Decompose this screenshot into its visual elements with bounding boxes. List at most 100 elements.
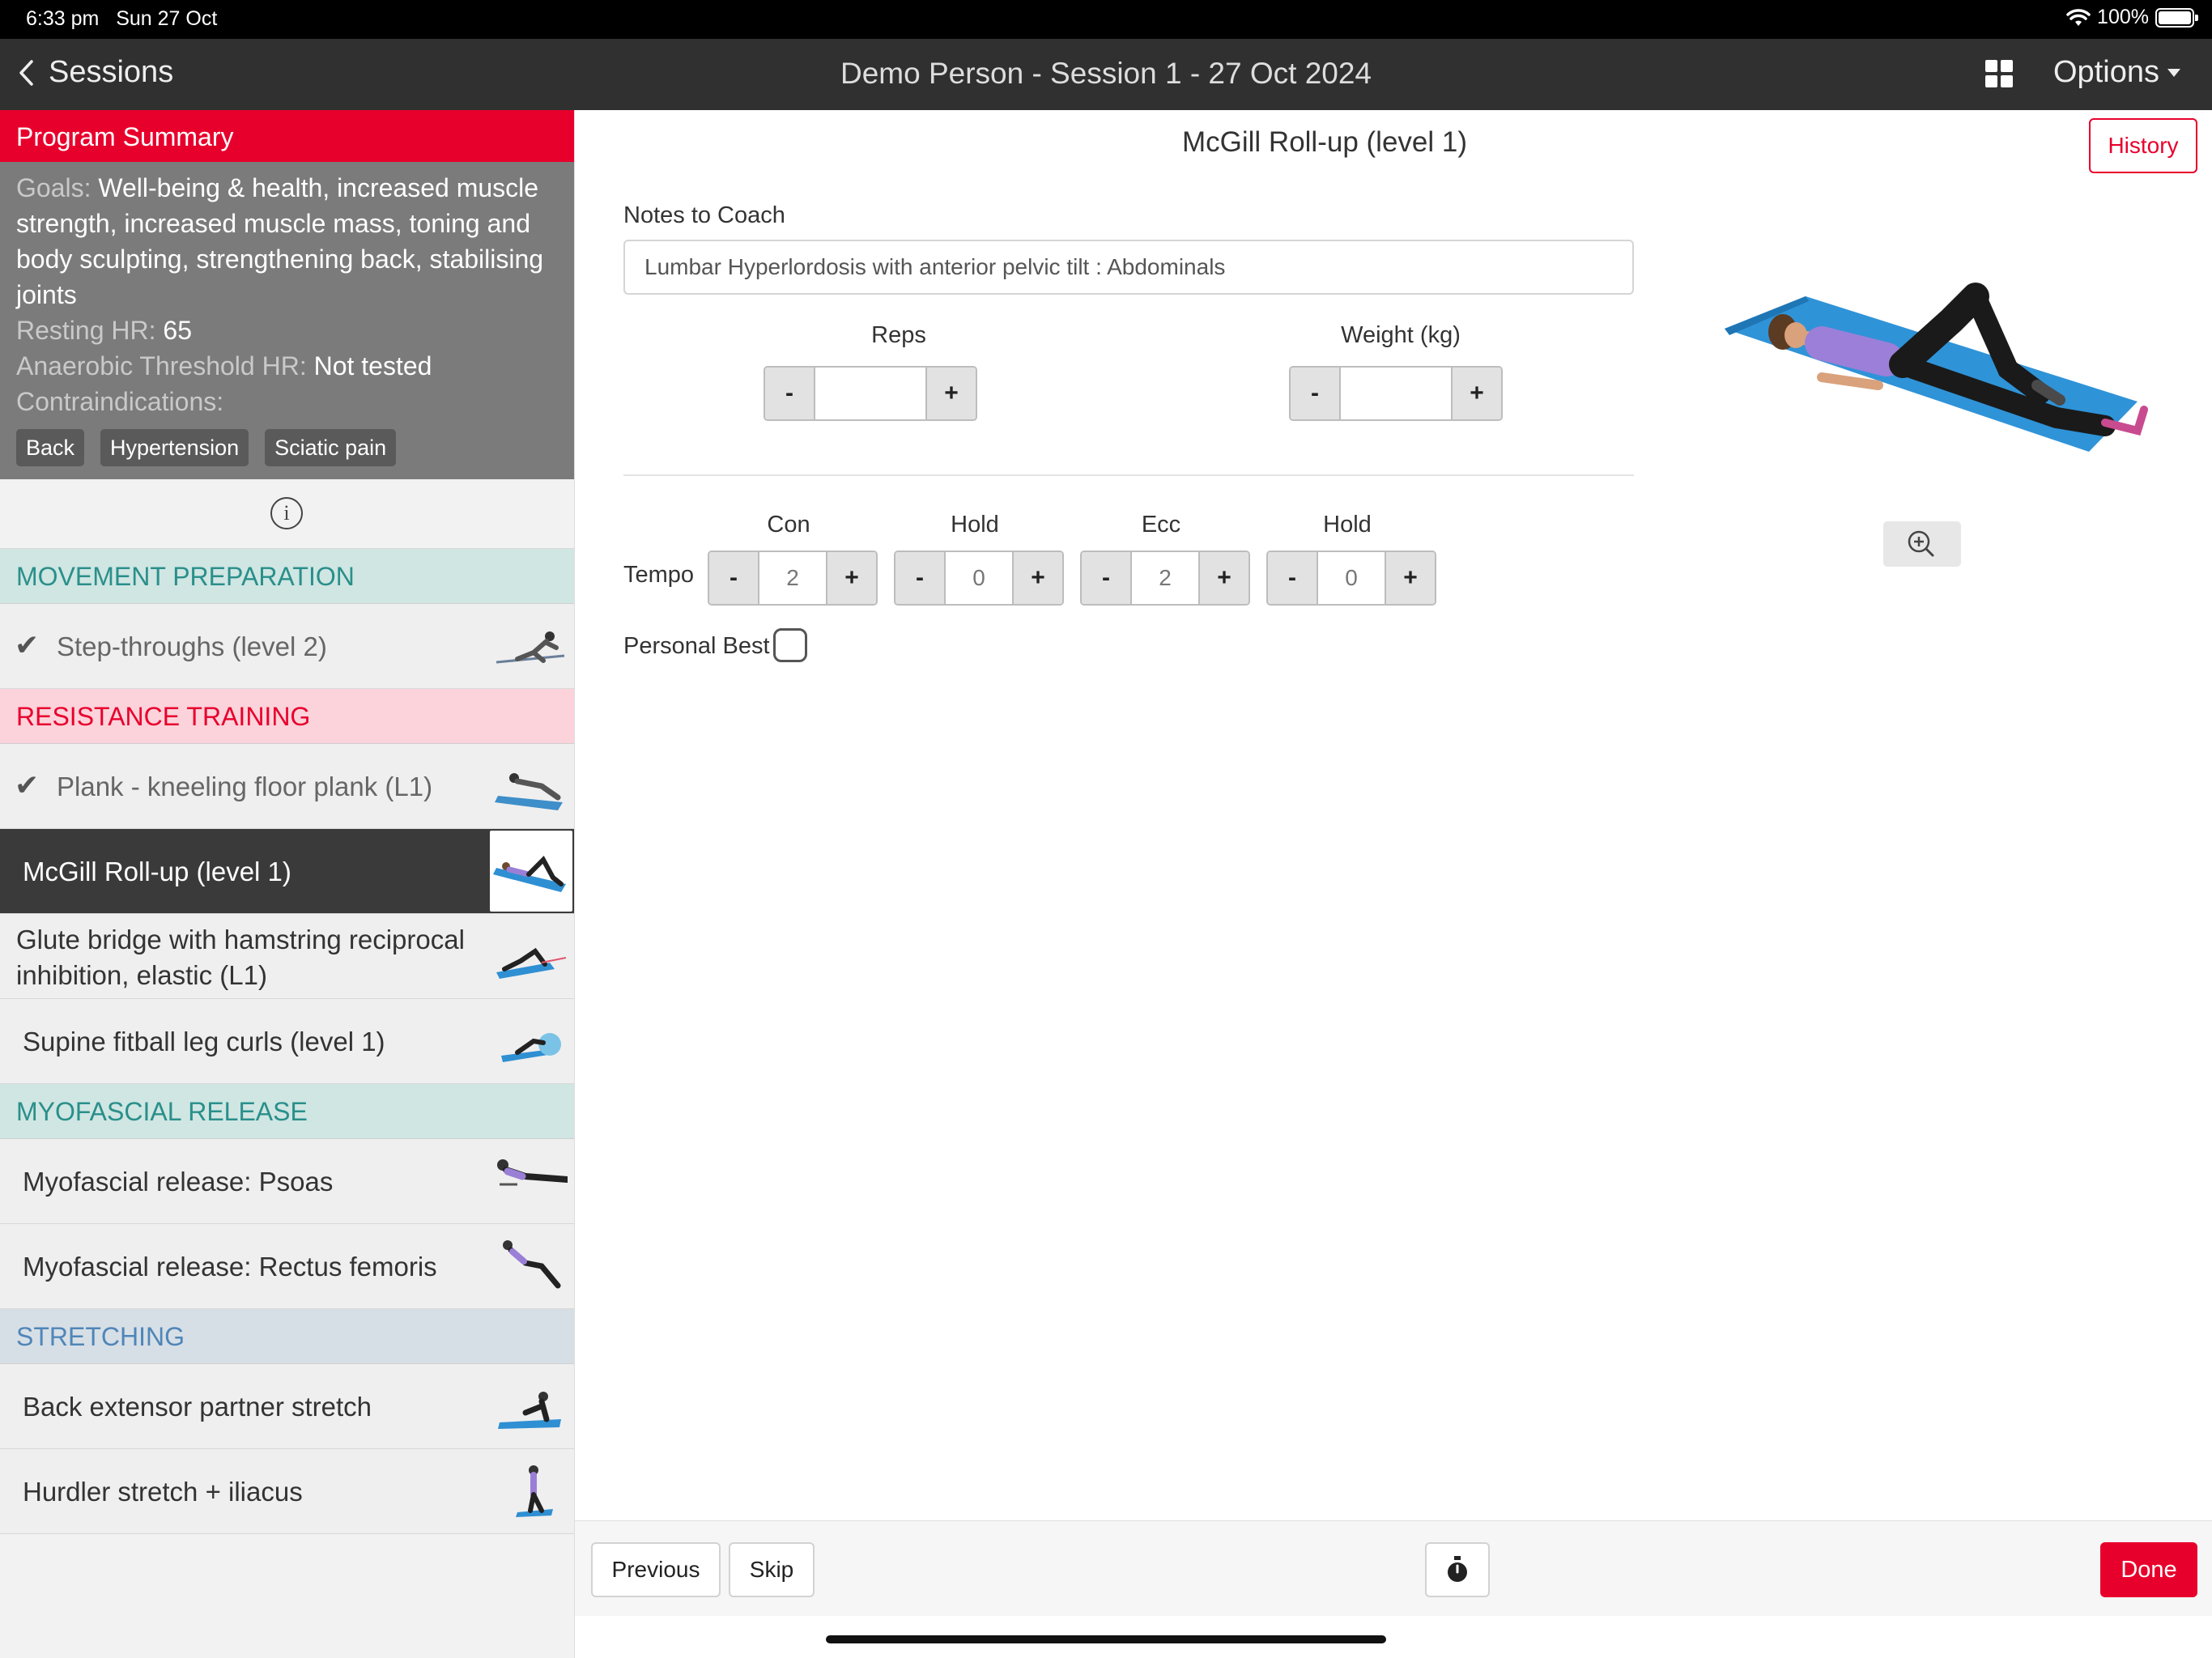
exercise-image — [1725, 283, 2148, 452]
tempo-hold1-input[interactable]: 0 — [944, 552, 1014, 604]
exercise-item[interactable]: Myofascial release: Psoas — [0, 1139, 574, 1224]
skip-button[interactable]: Skip — [729, 1542, 815, 1597]
tempo-ecc-label: Ecc — [1141, 512, 1181, 538]
exercise-thumbnail — [516, 1465, 553, 1517]
reps-stepper: - + — [764, 366, 977, 421]
weight-input[interactable] — [1339, 368, 1453, 419]
exercise-label: Back extensor partner stretch — [23, 1392, 372, 1422]
tempo-hold2-input[interactable]: 0 — [1317, 552, 1386, 604]
info-icon[interactable]: i — [270, 497, 303, 529]
exercise-item[interactable]: Glute bridge with hamstring reciprocal i… — [0, 914, 574, 999]
divider — [623, 474, 1634, 476]
exercise-thumbnail — [496, 631, 565, 664]
exercise-item[interactable]: Back extensor partner stretch — [0, 1364, 574, 1449]
tempo-hold1-increment-button[interactable]: + — [1014, 552, 1062, 604]
clock-date: Sun 27 Oct — [116, 7, 218, 30]
personal-best-label: Personal Best — [623, 633, 770, 659]
reps-label: Reps — [871, 322, 926, 348]
personal-best-checkbox[interactable] — [773, 628, 807, 662]
section-myofascial-release: MYOFASCIAL RELEASE — [0, 1084, 574, 1139]
exercise-item[interactable]: ✔ Plank - kneeling floor plank (L1) — [0, 744, 574, 829]
exercise-item-active[interactable]: McGill Roll-up (level 1) — [0, 829, 574, 914]
at-hr-label: Anaerobic Threshold HR: — [16, 351, 307, 380]
nav-bar: Sessions Demo Person - Session 1 - 27 Oc… — [0, 39, 2212, 110]
status-right: 100% — [2066, 6, 2198, 29]
tempo-label: Tempo — [623, 562, 695, 588]
status-bar: 6:33 pm Sun 27 Oct 100% — [0, 0, 2212, 39]
main-footer-space — [575, 1616, 2212, 1658]
exercise-thumbnail — [503, 1240, 561, 1289]
exercise-item[interactable]: ✔ Step-throughs (level 2) — [0, 604, 574, 689]
tempo-hold2-increment-button[interactable]: + — [1386, 552, 1435, 604]
program-summary: Goals: Well-being & health, increased mu… — [0, 162, 574, 479]
contraindication-tags: Back Hypertension Sciatic pain — [16, 429, 558, 466]
battery-icon — [2155, 7, 2198, 28]
weight-label: Weight (kg) — [1341, 322, 1461, 348]
info-row: i — [0, 479, 574, 549]
exercise-title: McGill Roll-up (level 1) — [1181, 126, 1468, 158]
resting-hr-value: 65 — [163, 316, 192, 345]
tempo-hold2-decrement-button[interactable]: - — [1268, 552, 1317, 604]
tempo-hold1-decrement-button[interactable]: - — [895, 552, 944, 604]
tempo-hold1-label: Hold — [951, 512, 999, 538]
grid-view-icon[interactable] — [1985, 60, 2013, 87]
stopwatch-icon — [1448, 1556, 1467, 1582]
goals-row: Goals: Well-being & health, increased mu… — [16, 170, 558, 312]
status-time: 6:33 pm Sun 27 Oct — [26, 7, 217, 31]
at-hr-row: Anaerobic Threshold HR: Not tested — [16, 348, 558, 384]
exercise-thumbnail — [495, 773, 563, 810]
checkmark-icon: ✔ — [15, 628, 40, 661]
options-label: Options — [2053, 55, 2159, 89]
exercise-label: Glute bridge with hamstring reciprocal i… — [16, 925, 465, 990]
options-menu-button[interactable]: Options — [2053, 55, 2180, 90]
previous-button[interactable]: Previous — [591, 1542, 721, 1597]
done-button[interactable]: Done — [2100, 1542, 2197, 1597]
notes-label: Notes to Coach — [623, 202, 785, 228]
tempo-ecc-decrement-button[interactable]: - — [1082, 552, 1130, 604]
tempo-ecc-input[interactable]: 2 — [1130, 552, 1200, 604]
zoom-button[interactable] — [1883, 521, 1961, 567]
wifi-icon — [2066, 8, 2091, 26]
exercise-item[interactable]: Hurdler stretch + iliacus — [0, 1449, 574, 1534]
exercise-label: Step-throughs (level 2) — [57, 631, 327, 661]
notes-to-coach-input[interactable] — [623, 240, 1634, 295]
tempo-con-decrement-button[interactable]: - — [709, 552, 758, 604]
at-hr-value: Not tested — [313, 351, 432, 380]
timer-button[interactable] — [1425, 1542, 1490, 1597]
exercise-thumbnail — [498, 1392, 561, 1429]
tempo-con-label: Con — [767, 512, 810, 538]
program-summary-header[interactable]: Program Summary — [0, 110, 574, 162]
bottom-toolbar: Previous Skip Done — [575, 1520, 2212, 1616]
weight-decrement-button[interactable]: - — [1291, 368, 1339, 419]
exercise-thumbnail — [501, 1033, 561, 1062]
history-button[interactable]: History — [2089, 118, 2197, 173]
tempo-con-increment-button[interactable]: + — [827, 552, 876, 604]
tempo-con-stepper: - 2 + — [708, 551, 878, 606]
goals-label: Goals: — [16, 173, 91, 202]
contraindication-tag: Sciatic pain — [265, 429, 397, 466]
reps-decrement-button[interactable]: - — [765, 368, 814, 419]
exercise-label: Myofascial release: Rectus femoris — [23, 1252, 437, 1282]
exercise-label: Hurdler stretch + iliacus — [23, 1477, 303, 1507]
reps-input[interactable] — [814, 368, 927, 419]
page-title: Demo Person - Session 1 - 27 Oct 2024 — [840, 57, 1372, 90]
contraindication-tag: Hypertension — [100, 429, 249, 466]
contraindication-tag: Back — [16, 429, 85, 466]
tempo-ecc-increment-button[interactable]: + — [1200, 552, 1249, 604]
tempo-hold2-label: Hold — [1323, 512, 1372, 538]
exercise-item[interactable]: Supine fitball leg curls (level 1) — [0, 999, 574, 1084]
weight-increment-button[interactable]: + — [1453, 368, 1501, 419]
exercise-thumbnail — [496, 947, 567, 979]
resting-hr-label: Resting HR: — [16, 316, 156, 345]
contraindications-label: Contraindications: — [16, 387, 224, 416]
reps-increment-button[interactable]: + — [927, 368, 976, 419]
tempo-hold2-stepper: - 0 + — [1266, 551, 1436, 606]
section-stretching: STRETCHING — [0, 1309, 574, 1364]
section-resistance-training: RESISTANCE TRAINING — [0, 689, 574, 744]
tempo-hold1-stepper: - 0 + — [894, 551, 1064, 606]
exercise-item[interactable]: Myofascial release: Rectus femoris — [0, 1224, 574, 1309]
tempo-con-input[interactable]: 2 — [758, 552, 827, 604]
weight-stepper: - + — [1289, 366, 1503, 421]
exercise-label: Myofascial release: Psoas — [23, 1167, 334, 1197]
clock-time: 6:33 pm — [26, 7, 100, 30]
